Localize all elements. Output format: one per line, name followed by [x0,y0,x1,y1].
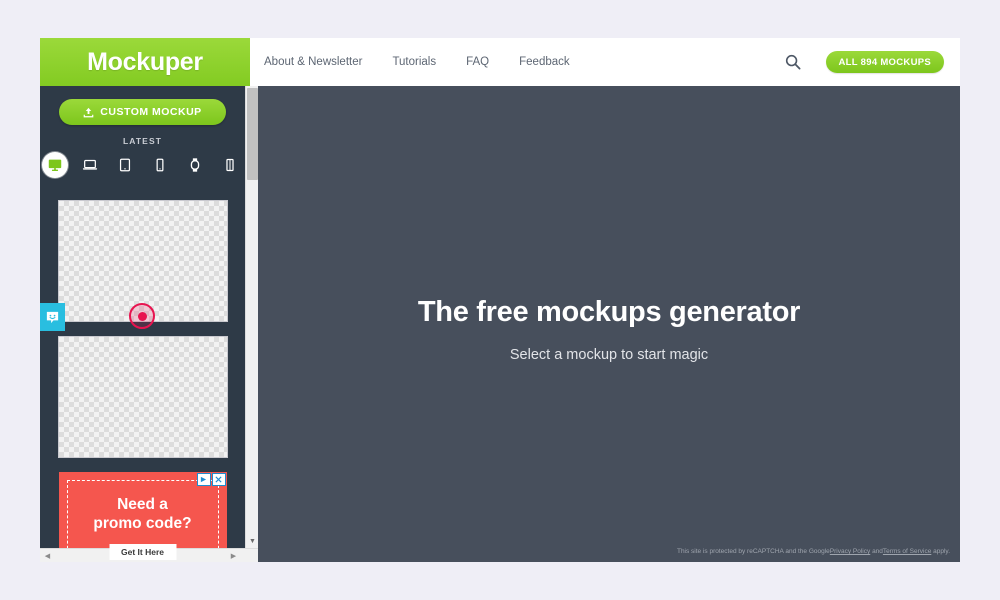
device-filter-phone[interactable] [147,152,173,178]
site-header: Mockuper About & Newsletter Tutorials FA… [40,38,960,88]
scroll-right-arrow-icon[interactable]: ▶ [227,549,240,562]
main-stage: The free mockups generator Select a mock… [258,86,960,562]
custom-mockup-button[interactable]: CUSTOM MOCKUP [59,99,226,125]
sidebar-vertical-scrollbar[interactable]: ▲ ▼ [245,86,259,548]
all-mockups-button[interactable]: ALL 894 MOCKUPS [825,51,944,73]
terms-of-service-link[interactable]: Terms of Service [883,548,931,555]
ad-cta-button[interactable]: Get It Here [109,544,176,560]
sidebar: CUSTOM MOCKUP LATEST Need a promo code? … [40,86,245,562]
nav-item-faq[interactable]: FAQ [466,56,489,68]
ad-headline-line2: promo code? [93,515,192,532]
logo-block[interactable]: Mockuper [40,38,250,86]
phone-vertical-icon [226,158,234,172]
custom-mockup-label: CUSTOM MOCKUP [100,106,202,118]
privacy-policy-link[interactable]: Privacy Policy [830,548,870,555]
stage-subtitle: Select a mockup to start magic [509,347,709,363]
scroll-left-arrow-icon[interactable]: ◀ [41,549,54,562]
nav-item-feedback[interactable]: Feedback [519,56,570,68]
device-filter-tablet[interactable] [112,152,138,178]
search-button[interactable] [782,51,804,73]
device-filter-row [40,152,245,178]
stage-message: The free mockups generator Select a mock… [258,296,960,363]
tablet-icon [119,158,131,172]
phone-icon [156,158,164,172]
mockuper-app-window: Mockuper About & Newsletter Tutorials FA… [40,38,960,562]
nav-item-about-newsletter[interactable]: About & Newsletter [264,56,362,68]
recaptcha-suffix: apply. [931,548,950,555]
recaptcha-middle: and [870,548,883,555]
laptop-icon [82,159,98,170]
watch-icon [190,158,200,172]
close-icon [215,476,222,483]
ad-controls [196,473,226,486]
feedback-tab[interactable] [40,303,65,331]
desktop-monitor-icon [48,159,62,172]
latest-label: LATEST [122,136,163,146]
smiley-chat-icon [46,311,59,323]
main-navigation: About & Newsletter Tutorials FAQ Feedbac… [264,38,570,86]
stage-title: The free mockups generator [417,296,801,328]
custom-mockup-button-inner: CUSTOM MOCKUP [65,106,220,118]
mockup-thumbnail-list[interactable]: Need a promo code? Get It Here [40,196,245,562]
search-icon [785,54,801,70]
adchoices-triangle-icon [200,476,207,483]
device-filter-desktop-monitor[interactable] [42,152,68,178]
mockup-thumbnail-2[interactable] [57,336,228,458]
recaptcha-prefix: This site is protected by reCAPTCHA and … [676,548,830,555]
ad-close-button[interactable] [211,473,226,486]
device-filter-laptop[interactable] [77,152,103,178]
device-filter-phone-vertical[interactable] [217,152,243,178]
header-actions: ALL 894 MOCKUPS [782,38,944,86]
upload-icon [83,107,94,117]
vertical-scrollbar-thumb[interactable] [247,88,258,180]
recaptcha-notice: This site is protected by reCAPTCHA and … [677,548,950,555]
ad-headline-line1: Need a [117,496,168,513]
ad-headline: Need a promo code? [59,495,227,533]
logo-text: Mockuper [87,47,203,76]
nav-item-tutorials[interactable]: Tutorials [392,56,436,68]
pointer-indicator [129,303,155,329]
device-filter-watch[interactable] [182,152,208,178]
adchoices-icon[interactable] [196,473,211,486]
